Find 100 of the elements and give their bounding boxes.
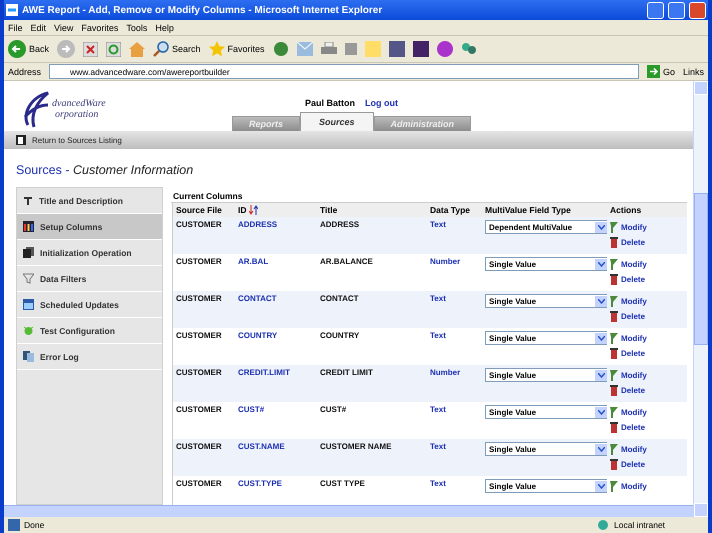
- people-icon[interactable]: [460, 41, 477, 57]
- bug-icon: [23, 325, 34, 336]
- action-link[interactable]: Delete: [610, 383, 684, 398]
- logout-link[interactable]: Log out: [365, 98, 398, 108]
- return-link[interactable]: Return to Sources Listing: [32, 136, 122, 144]
- chevron-down-icon: [598, 372, 604, 378]
- column-header: Data Type: [427, 203, 482, 217]
- trash-icon: [610, 237, 618, 248]
- chevron-down-icon: [598, 262, 604, 266]
- columns-icon: [23, 221, 34, 232]
- trash-icon: [610, 311, 618, 322]
- action-link[interactable]: Modify: [610, 479, 684, 494]
- action-link[interactable]: Delete: [610, 309, 684, 324]
- column-id-link[interactable]: CUST.NAME: [238, 442, 285, 451]
- sidebar-item[interactable]: Error Log: [17, 344, 162, 370]
- column-header[interactable]: ID: [235, 203, 317, 217]
- data-type-link[interactable]: Text: [430, 405, 446, 414]
- chevron-down-icon: [598, 484, 604, 488]
- multivalue-dropdown[interactable]: Dependent MultiValue: [485, 220, 608, 234]
- data-type-link[interactable]: Text: [430, 220, 446, 229]
- links-label[interactable]: Links: [682, 66, 704, 76]
- square-icon[interactable]: [344, 43, 357, 55]
- action-link[interactable]: Modify: [610, 257, 684, 272]
- table-cell: ADDRESS: [317, 217, 427, 254]
- menu-item[interactable]: Edit: [30, 22, 46, 32]
- minimize-button[interactable]: [647, 2, 664, 18]
- column-id-link[interactable]: COUNTRY: [238, 331, 278, 340]
- column-id-link[interactable]: AR.BAL: [238, 257, 268, 266]
- sidebar-item[interactable]: Data Filters: [17, 266, 162, 292]
- action-link[interactable]: Modify: [610, 331, 684, 346]
- trash-icon: [610, 459, 618, 470]
- search-icon: [153, 41, 170, 57]
- menu-item[interactable]: Help: [155, 22, 174, 32]
- security-zone: Local intranet: [614, 520, 666, 530]
- menu-item[interactable]: Tools: [126, 22, 148, 32]
- trash-icon: [610, 385, 618, 396]
- sort-arrows-icon: [248, 205, 258, 215]
- multivalue-dropdown[interactable]: Single Value: [485, 331, 608, 345]
- close-button[interactable]: [689, 2, 706, 18]
- printer-icon[interactable]: [320, 42, 337, 56]
- table-cell: CUSTOMER: [173, 291, 235, 328]
- column-id-link[interactable]: ADDRESS: [238, 220, 278, 229]
- action-link[interactable]: Modify: [610, 294, 684, 309]
- mail-icon[interactable]: [296, 42, 313, 56]
- action-link[interactable]: Delete: [610, 346, 684, 361]
- user-name: Paul Batton: [305, 98, 356, 108]
- sidebar-item[interactable]: Test Configuration: [17, 318, 162, 344]
- data-type-link[interactable]: Text: [430, 479, 446, 488]
- chevron-down-icon: [598, 410, 604, 414]
- horizontal-scrollbar[interactable]: [4, 505, 693, 517]
- multivalue-dropdown[interactable]: Single Value: [485, 294, 608, 308]
- action-link[interactable]: Modify: [610, 220, 684, 235]
- action-link[interactable]: Modify: [610, 405, 684, 420]
- sidebar-item[interactable]: Scheduled Updates: [17, 292, 162, 318]
- action-link[interactable]: Delete: [610, 235, 684, 250]
- column-header: Source File: [173, 203, 235, 217]
- multivalue-dropdown[interactable]: Single Value: [485, 479, 608, 493]
- chevron-down-icon: [598, 446, 604, 452]
- data-type-link[interactable]: Number: [430, 257, 460, 266]
- maximize-button[interactable]: [668, 2, 685, 18]
- back-button[interactable]: Back: [8, 40, 50, 58]
- multivalue-dropdown[interactable]: Single Value: [485, 368, 608, 382]
- multivalue-dropdown[interactable]: Single Value: [485, 442, 608, 456]
- multivalue-dropdown[interactable]: Single Value: [485, 405, 608, 419]
- trash-icon: [610, 348, 618, 359]
- go-button[interactable]: Go: [646, 65, 675, 78]
- action-link[interactable]: Modify: [610, 442, 684, 457]
- vertical-scrollbar[interactable]: [693, 81, 708, 517]
- trash-icon: [610, 422, 618, 433]
- arrow-right-icon: [646, 65, 660, 78]
- favorites-button[interactable]: Favorites: [208, 41, 265, 57]
- address-field[interactable]: www.advancedware.com/awereportbuilder: [49, 64, 639, 79]
- multivalue-dropdown[interactable]: Single Value: [485, 257, 608, 271]
- sidebar-item[interactable]: Setup Columns: [17, 214, 162, 240]
- chevron-down-icon: [598, 224, 604, 230]
- menu-item[interactable]: View: [54, 22, 74, 32]
- menu-item[interactable]: Favorites: [81, 22, 118, 32]
- table-cell: CUSTOMER: [173, 365, 235, 402]
- column-id-link[interactable]: CONTACT: [238, 294, 277, 303]
- window-title: AWE Report - Add, Remove or Modify Columns - Microsoft Internet Explorer: [22, 4, 384, 16]
- column-id-link[interactable]: CUST#: [238, 405, 264, 414]
- sidebar-item[interactable]: Initialization Operation: [17, 240, 162, 266]
- action-link[interactable]: Delete: [610, 457, 684, 472]
- nav-tab[interactable]: Sources: [300, 112, 374, 131]
- search-button[interactable]: Search: [153, 41, 201, 57]
- data-type-link[interactable]: Text: [430, 442, 446, 451]
- column-id-link[interactable]: CUST.TYPE: [238, 479, 282, 488]
- action-link[interactable]: Delete: [610, 420, 684, 435]
- data-type-link[interactable]: Text: [430, 331, 446, 340]
- trash-icon: [610, 274, 618, 285]
- column-id-link[interactable]: CREDIT.LIMIT: [238, 368, 290, 377]
- action-link[interactable]: Delete: [610, 272, 684, 287]
- refresh-icon[interactable]: [106, 42, 122, 56]
- page-title: Sources - Customer Information: [15, 162, 194, 179]
- home-icon[interactable]: [129, 42, 146, 56]
- data-type-link[interactable]: Number: [430, 368, 460, 377]
- menu-item[interactable]: File: [8, 22, 23, 32]
- stop-icon[interactable]: [83, 42, 98, 56]
- data-type-link[interactable]: Text: [430, 294, 446, 303]
- action-link[interactable]: Modify: [610, 368, 684, 383]
